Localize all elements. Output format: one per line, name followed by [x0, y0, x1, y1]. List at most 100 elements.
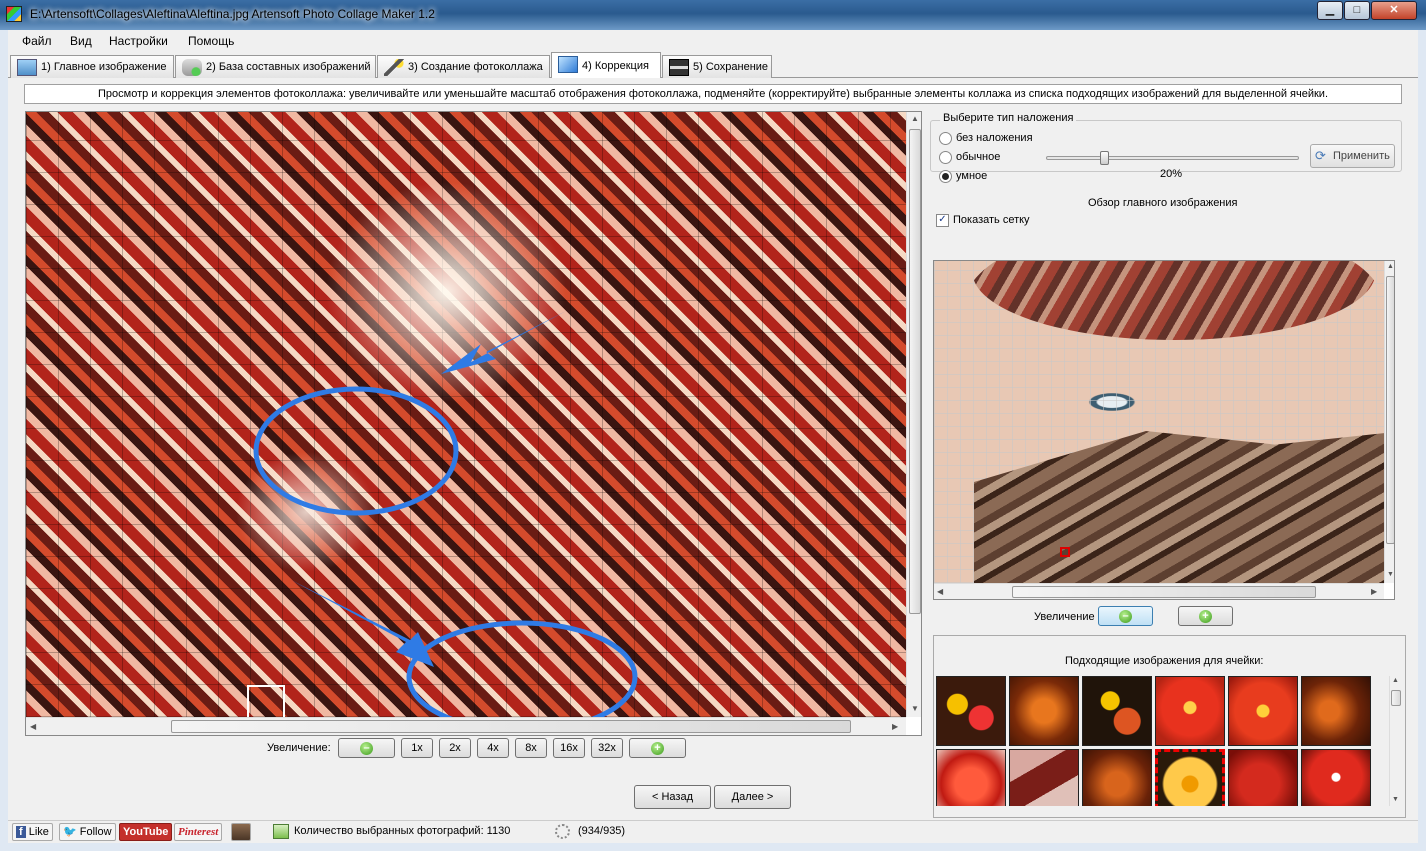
minus-icon: –: [1119, 609, 1132, 623]
candidates-scroll-up-icon[interactable]: ▲: [1392, 677, 1399, 684]
overlay-slider-track[interactable]: [1046, 156, 1299, 160]
twitter-follow-button[interactable]: 🐦 Follow: [59, 823, 116, 841]
correction-page: Просмотр и коррекция элементов фотоколла…: [8, 78, 1418, 820]
wizard-tabs: 1) Главное изображение 2) База составных…: [8, 52, 1418, 79]
pinterest-icon: Pinterest: [178, 826, 219, 838]
tab-create-collage[interactable]: 3) Создание фотоколлажа: [377, 55, 550, 78]
collage-mosaic[interactable]: [26, 112, 906, 717]
magic-wand-icon: [384, 59, 404, 76]
zoom-1x-button[interactable]: 1x: [401, 738, 433, 758]
apply-button[interactable]: ⟳ Применить: [1310, 144, 1395, 168]
preview-vertical-thumb[interactable]: [1386, 276, 1394, 544]
show-grid-checkbox[interactable]: Показать сетку: [936, 214, 1030, 227]
preview-horizontal-thumb[interactable]: [1012, 586, 1316, 598]
candidate-image[interactable]: [1082, 749, 1152, 806]
radio-normal-overlay[interactable]: обычное: [939, 151, 1000, 164]
progress-count: (934/935): [578, 825, 626, 837]
minimize-button[interactable]: ▁: [1317, 1, 1343, 20]
preview-vertical-scrollbar[interactable]: ▲ ▼: [1384, 261, 1394, 583]
zoom-32x-button[interactable]: 32x: [591, 738, 623, 758]
candidate-image[interactable]: [1009, 676, 1079, 746]
collage-zoom-in-button[interactable]: +: [629, 738, 686, 758]
preview-title: Обзор главного изображения: [1088, 197, 1238, 209]
preview-scarf-bottom: [974, 431, 1384, 583]
selected-photos-count: Количество выбранных фотографий: 1130: [294, 825, 511, 837]
preview-scroll-right-icon[interactable]: ▶: [1371, 587, 1377, 596]
picture-icon: [17, 59, 37, 76]
scroll-right-icon[interactable]: ▶: [892, 722, 898, 731]
minus-icon: –: [360, 741, 373, 755]
zoom-16x-button[interactable]: 16x: [553, 738, 585, 758]
window-frame: Файл Вид Настройки Помощь 1) Главное изо…: [0, 30, 1426, 851]
tab-save[interactable]: 5) Сохранение: [662, 55, 772, 78]
menu-file[interactable]: Файл: [22, 34, 52, 48]
instruction-text: Просмотр и коррекция элементов фотоколла…: [24, 84, 1402, 104]
zoom-4x-button[interactable]: 4x: [477, 738, 509, 758]
tab-correction[interactable]: 4) Коррекция: [551, 52, 661, 79]
preview-scroll-left-icon[interactable]: ◀: [937, 587, 943, 596]
status-bar: f Like 🐦 Follow YouTube Pinterest Количе…: [8, 820, 1418, 843]
instagram-icon[interactable]: [231, 823, 251, 841]
floppy-disk-icon: [669, 59, 689, 76]
collage-vertical-scrollbar[interactable]: ▲ ▼: [906, 112, 921, 717]
preview-zoom-in-button[interactable]: +: [1178, 606, 1233, 626]
tab-main-image[interactable]: 1) Главное изображение: [10, 55, 174, 78]
candidates-scroll-thumb[interactable]: [1391, 690, 1401, 706]
candidates-scroll-down-icon[interactable]: ▼: [1392, 796, 1399, 803]
preview-scroll-down-icon[interactable]: ▼: [1387, 571, 1394, 578]
facebook-icon: f: [16, 826, 26, 838]
preview-zoom-label: Увеличение: [1034, 611, 1095, 623]
preview-scroll-up-icon[interactable]: ▲: [1387, 263, 1394, 270]
overlay-slider-knob[interactable]: [1099, 151, 1109, 165]
preview-zoom-out-button[interactable]: –: [1098, 606, 1153, 626]
twitter-icon: 🐦: [63, 826, 77, 838]
pinterest-button[interactable]: Pinterest: [174, 823, 223, 841]
selected-cell[interactable]: [247, 685, 285, 717]
horizontal-scroll-thumb[interactable]: [171, 720, 851, 733]
window-title: E:\Artensoft\Collages\Aleftina\Aleftina.…: [30, 7, 435, 21]
preview-cell-marker: [1060, 547, 1070, 557]
scroll-left-icon[interactable]: ◀: [30, 722, 36, 731]
menu-settings[interactable]: Настройки: [109, 34, 168, 48]
tab-image-database[interactable]: 2) База составных изображений: [175, 55, 376, 78]
collage-zoom-out-button[interactable]: –: [338, 738, 395, 758]
back-button[interactable]: < Назад: [634, 785, 711, 809]
collage-horizontal-scrollbar[interactable]: ◀ ▶: [26, 717, 906, 735]
scroll-down-icon[interactable]: ▼: [911, 704, 919, 713]
preview-image[interactable]: [934, 261, 1384, 583]
menu-view[interactable]: Вид: [70, 34, 92, 48]
arrow-bottom: [291, 580, 434, 667]
radio-smart-overlay[interactable]: умное: [939, 170, 987, 183]
radio-no-overlay[interactable]: без наложения: [939, 132, 1033, 145]
candidate-image[interactable]: [1301, 749, 1371, 806]
preview-horizontal-scrollbar[interactable]: ◀ ▶: [934, 583, 1384, 599]
next-button[interactable]: Далее >: [714, 785, 791, 809]
preview-scarf-top: [972, 261, 1376, 340]
candidate-image[interactable]: [1009, 749, 1079, 806]
vertical-scroll-thumb[interactable]: [909, 129, 921, 614]
scroll-up-icon[interactable]: ▲: [911, 114, 919, 123]
candidate-image[interactable]: [936, 749, 1006, 806]
facebook-like-button[interactable]: f Like: [12, 823, 53, 841]
highlight-ellipse-top: [253, 386, 459, 516]
candidate-image[interactable]: [1155, 676, 1225, 746]
maximize-button[interactable]: □: [1344, 1, 1370, 20]
youtube-button[interactable]: YouTube: [119, 823, 173, 841]
zoom-2x-button[interactable]: 2x: [439, 738, 471, 758]
candidate-image[interactable]: [1228, 749, 1298, 806]
app-icon: [6, 6, 22, 22]
loading-spinner-icon: [555, 824, 570, 839]
close-button[interactable]: ✕: [1371, 1, 1417, 20]
candidates-scrollbar[interactable]: ▲ ▼: [1389, 676, 1401, 806]
candidate-image-selected[interactable]: [1155, 749, 1225, 806]
candidate-grid: [936, 676, 1387, 806]
candidate-image[interactable]: [936, 676, 1006, 746]
collage-zoom-label: Увеличение:: [267, 742, 331, 754]
zoom-8x-button[interactable]: 8x: [515, 738, 547, 758]
database-icon: [182, 59, 202, 76]
candidate-image[interactable]: [1082, 676, 1152, 746]
menu-help[interactable]: Помощь: [188, 34, 234, 48]
collage-view: ▲ ▼ ◀ ▶: [25, 111, 922, 736]
candidate-image[interactable]: [1301, 676, 1371, 746]
candidate-image[interactable]: [1228, 676, 1298, 746]
